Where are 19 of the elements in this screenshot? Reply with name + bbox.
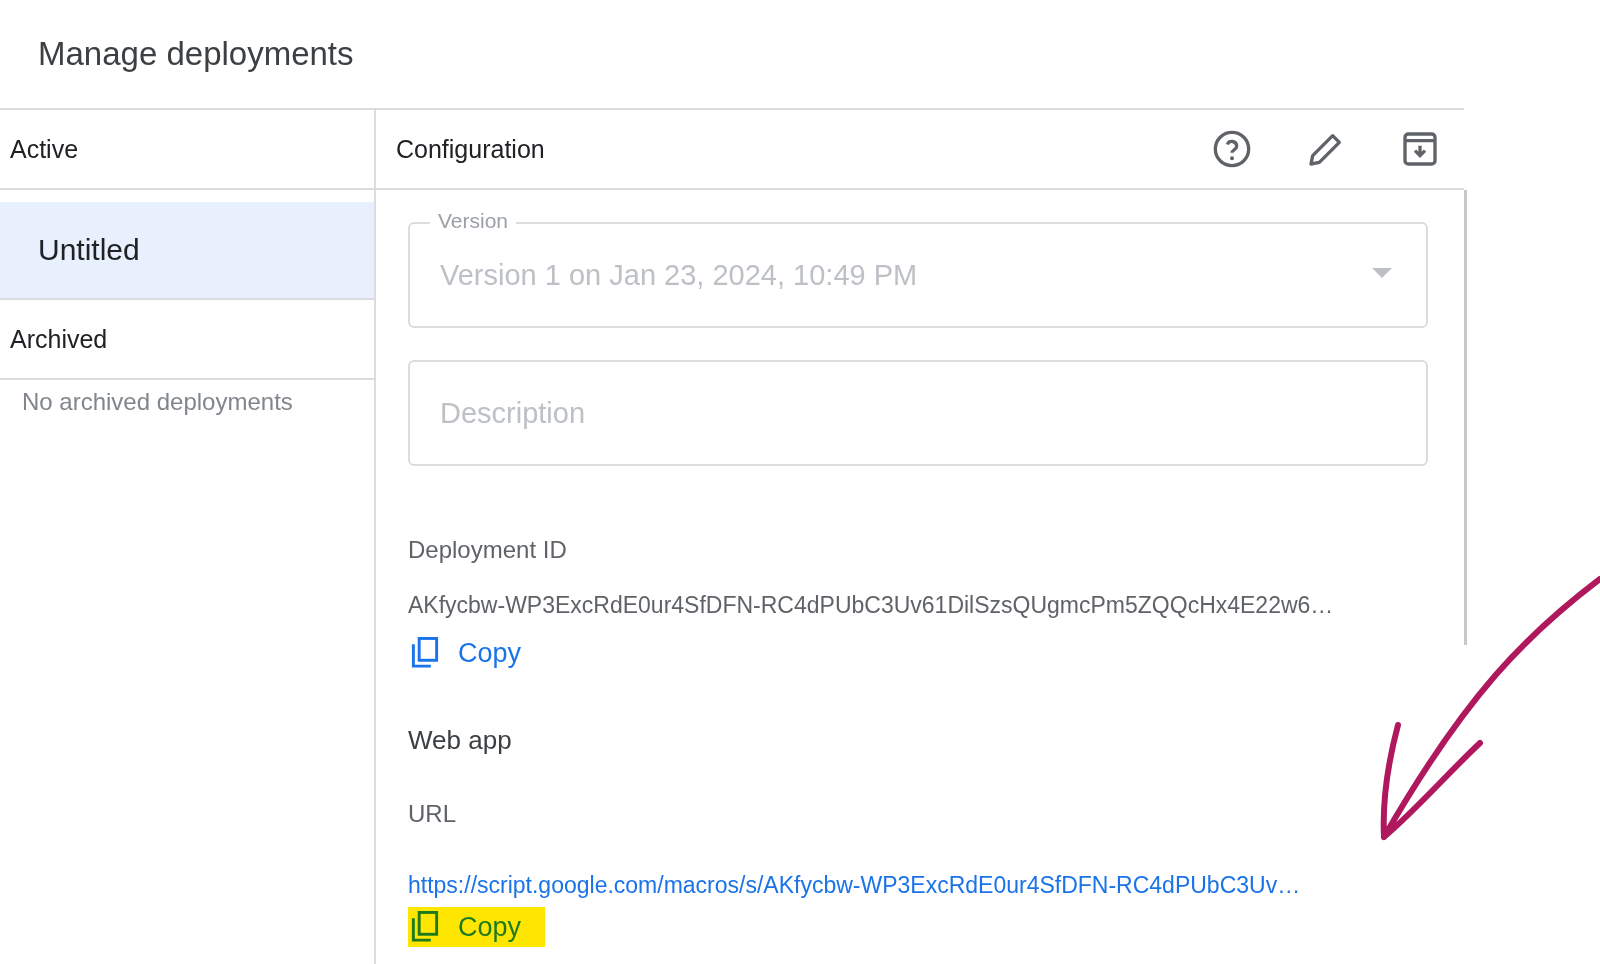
- copy-button[interactable]: Copy: [408, 633, 546, 673]
- description-field[interactable]: Description: [408, 360, 1428, 466]
- field-label: Deployment ID: [408, 536, 568, 564]
- caret-icon: [1372, 268, 1392, 278]
- deployment-item[interactable]: Untitled: [0, 202, 374, 300]
- field-label: URL: [408, 800, 457, 828]
- dialog-title: Manage deployments: [37, 34, 355, 74]
- section-heading: Web app: [408, 725, 513, 756]
- copy-icon: [410, 911, 440, 943]
- help-icon: [1212, 129, 1252, 169]
- empty-message: No archived deployments: [21, 387, 294, 416]
- copy-button[interactable]: Copy: [408, 907, 546, 947]
- deployment-id: AKfycbw-WP3ExcRdE0ur4SfDFN-RC4dPUbC3Uv61DilSzsQUgmcPm5ZQQcHx4E22w6…: [408, 592, 1335, 619]
- copy-icon: [410, 637, 440, 669]
- section-heading: Archived: [0, 300, 374, 380]
- panel-heading: Configuration: [396, 134, 546, 164]
- url-link[interactable]: https://script.google.com/macros/s/AKfycbw-WP3ExcRdE0ur4SfDFN-RC4dPUbC3Uv…: [408, 872, 1464, 899]
- section-heading: Active: [0, 110, 374, 190]
- archive-icon: [1400, 129, 1440, 169]
